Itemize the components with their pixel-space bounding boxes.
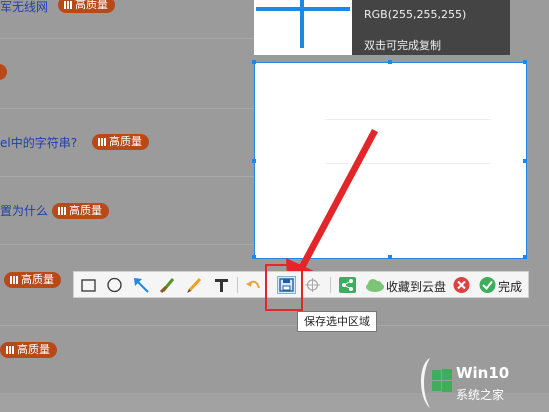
check-icon[interactable] — [478, 276, 497, 294]
cancel-icon[interactable] — [452, 276, 471, 294]
resize-handle-br[interactable] — [523, 255, 527, 259]
share-icon[interactable] — [338, 276, 357, 294]
resize-handle-tc[interactable] — [388, 60, 392, 64]
pencil-icon[interactable] — [185, 276, 204, 294]
arrow-icon[interactable] — [132, 276, 151, 294]
bars-icon — [6, 346, 14, 354]
rgb-readout: RGB(255,255,255) — [364, 8, 467, 21]
windows-logo-icon — [421, 358, 452, 408]
done-label[interactable]: 完成 — [498, 278, 522, 295]
brush-icon[interactable] — [158, 276, 177, 294]
magnifier-preview — [254, 0, 352, 55]
quality-badge-1: 高质量 — [58, 0, 115, 13]
copy-hint: 双击可完成复制 — [364, 39, 441, 52]
quality-badge-2 — [0, 64, 7, 80]
row-title-4[interactable]: 置为什么 — [0, 202, 48, 219]
quality-badge-5: 高质量 — [4, 272, 61, 288]
save-highlight-box — [265, 264, 303, 311]
faint-line — [325, 119, 491, 120]
faint-line — [325, 163, 491, 164]
bars-icon — [58, 207, 66, 215]
watermark-logo: Win10 系统之家 — [414, 354, 549, 412]
resize-handle-bl[interactable] — [252, 255, 256, 259]
magnifier-panel: RGB(255,255,255) 双击可完成复制 — [254, 0, 510, 55]
row-title-1[interactable]: 军无线网 — [0, 0, 48, 15]
row-title-3[interactable]: el中的字符串? — [0, 134, 77, 151]
bars-icon — [98, 138, 106, 146]
bars-icon — [10, 276, 18, 284]
resize-handle-mr[interactable] — [523, 159, 527, 163]
row-divider — [0, 244, 254, 245]
resize-handle-bc[interactable] — [388, 255, 392, 259]
text-icon[interactable] — [212, 276, 231, 294]
save-tooltip: 保存选中区域 — [297, 311, 377, 332]
quality-badge-4: 高质量 — [52, 203, 109, 219]
resize-handle-tl[interactable] — [252, 60, 256, 64]
row-divider — [0, 108, 254, 109]
toolbar-separator — [237, 277, 238, 293]
resize-handle-ml[interactable] — [252, 159, 256, 163]
quality-badge-6: 高质量 — [0, 342, 57, 358]
row-divider — [0, 176, 254, 177]
row-divider — [0, 325, 549, 326]
quality-badge-3: 高质量 — [92, 134, 149, 150]
resize-handle-tr[interactable] — [523, 60, 527, 64]
cloud-icon[interactable] — [364, 276, 386, 294]
crosshair-horizontal — [256, 7, 350, 11]
watermark-site: 系统之家 — [456, 388, 505, 402]
toolbar-separator — [330, 277, 331, 293]
rectangle-icon[interactable] — [79, 276, 98, 294]
save-to-cloud-label[interactable]: 收藏到云盘 — [386, 278, 446, 295]
watermark-brand: Win10 — [456, 364, 510, 382]
row-divider — [0, 38, 254, 39]
ellipse-icon[interactable] — [105, 276, 124, 294]
bars-icon — [64, 1, 72, 9]
pin-icon[interactable] — [303, 276, 322, 294]
undo-icon[interactable] — [244, 276, 263, 294]
selection-region[interactable] — [252, 60, 527, 259]
